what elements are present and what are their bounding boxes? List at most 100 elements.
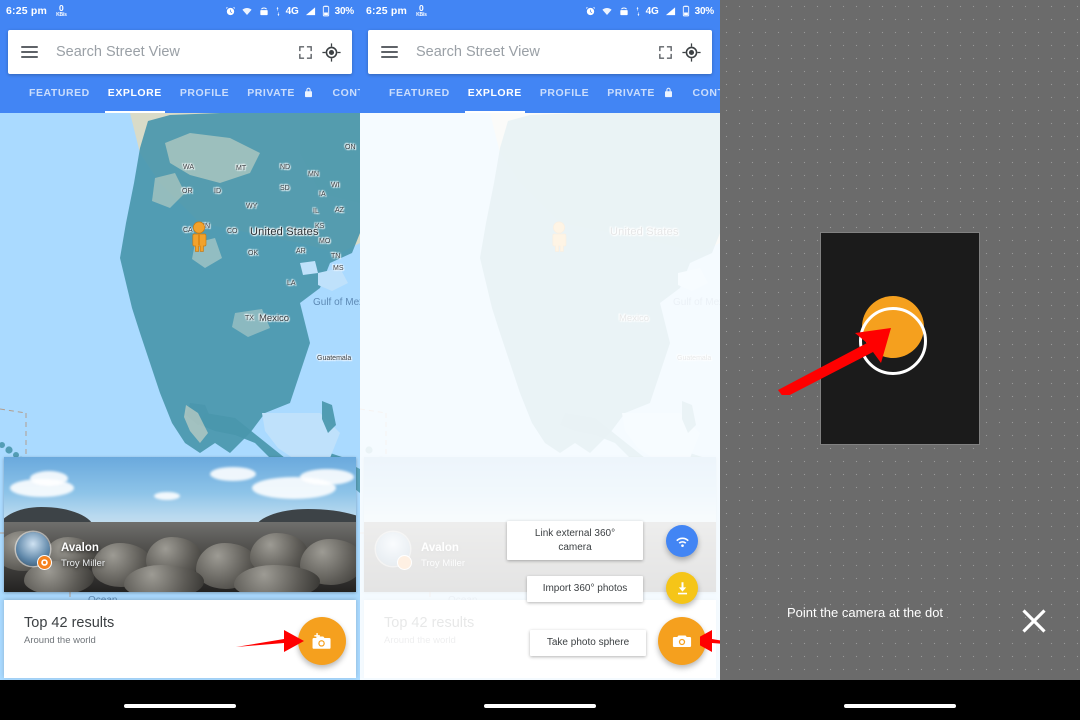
lock-icon (663, 76, 674, 115)
speed-dial-wifi-fab[interactable] (666, 525, 698, 557)
search-bar[interactable]: Search Street View (368, 30, 712, 74)
map-label-state: KS (315, 223, 325, 230)
map-label-state: AR (296, 248, 306, 255)
tab-bar[interactable]: FEATURED EXPLORE PROFILE PRIVATE CONTRIB… (368, 74, 720, 113)
wifi-icon (675, 537, 689, 547)
tab-featured[interactable]: FEATURED (380, 74, 459, 113)
download-icon (677, 581, 687, 594)
search-input[interactable]: Search Street View (408, 44, 652, 60)
street-view-map[interactable]: United States Mexico Guatemala Gulf of M… (0, 113, 360, 680)
data-transfer-icon (276, 6, 279, 16)
alignment-ring (859, 307, 927, 375)
map-label-water: Gulf of Mexico (313, 297, 360, 308)
tab-private[interactable]: PRIVATE (238, 74, 323, 113)
tab-contribute[interactable]: CONTRIBUTE (323, 74, 360, 113)
rock-decor (234, 565, 320, 592)
tab-private[interactable]: PRIVATE (598, 74, 683, 113)
network-speed-unit: KB/s (416, 11, 427, 18)
map-label-state: TN (331, 253, 341, 260)
app-bar: Search Street View FEATURED EXPLORE PROF… (360, 22, 720, 113)
speed-dial-label-link-camera[interactable]: Link external 360° camera (507, 521, 643, 560)
cloud-decor (30, 471, 68, 486)
add-photo-fab[interactable] (298, 617, 346, 665)
photo-author: Troy Miller (421, 558, 465, 569)
featured-photo-card[interactable]: Avalon Troy Miller (4, 457, 356, 592)
my-location-icon[interactable] (318, 39, 344, 65)
map-label-state: IA (319, 191, 326, 198)
status-time: 6:25 pm (366, 5, 408, 17)
wifi-icon (242, 7, 252, 15)
tab-explore[interactable]: EXPLORE (99, 74, 171, 113)
hamburger-menu-icon[interactable] (16, 39, 42, 65)
results-title: Top 42 results (24, 615, 115, 631)
gesture-nav-pill[interactable] (124, 704, 236, 708)
hamburger-menu-icon[interactable] (376, 39, 402, 65)
photo-title: Avalon (421, 542, 459, 554)
map-label-state: MN (308, 171, 319, 178)
network-type: 4G (645, 5, 659, 17)
speed-dial-import-fab[interactable] (666, 572, 698, 604)
tab-private-label: PRIVATE (607, 87, 655, 99)
map-label-state: MT (236, 165, 247, 172)
tab-bar[interactable]: FEATURED EXPLORE PROFILE PRIVATE CONTRIB… (8, 74, 360, 113)
map-label-state: OK (248, 250, 259, 257)
tab-explore[interactable]: EXPLORE (459, 74, 531, 113)
photo-author: Troy Miller (61, 558, 105, 569)
fullscreen-icon[interactable] (292, 39, 318, 65)
tab-contribute[interactable]: CONTRIBUTE (683, 74, 720, 113)
close-icon[interactable] (1016, 603, 1052, 639)
map-label-country: Guatemala (677, 355, 712, 362)
map-label-country: Mexico (259, 313, 290, 324)
gesture-nav-pill[interactable] (484, 704, 596, 708)
results-subtitle: Around the world (384, 635, 456, 646)
map-label-state: IL (313, 208, 319, 215)
status-bar: 6:25 pm 0 KB/s 4G 30% (0, 0, 360, 22)
lock-icon (303, 76, 314, 115)
map-label-state: LA (287, 280, 296, 287)
system-nav-bar (0, 680, 360, 720)
gesture-nav-pill[interactable] (844, 704, 956, 708)
map-label-state: MS (333, 265, 344, 272)
map-label-state: ID (214, 188, 221, 195)
map-label-state: SD (280, 185, 290, 192)
my-location-icon[interactable] (678, 39, 704, 65)
pegman-street-view-icon[interactable] (551, 221, 567, 253)
cloud-decor (154, 492, 180, 500)
system-nav-bar (720, 680, 1080, 720)
map-label-country: Mexico (619, 313, 650, 324)
battery-percentage: 30% (334, 5, 355, 17)
rock-decor (124, 565, 204, 592)
battery-icon (682, 5, 689, 17)
tab-profile[interactable]: PROFILE (171, 74, 238, 113)
speed-dial-label-take-photo-sphere[interactable]: Take photo sphere (530, 630, 646, 656)
map-label-state: ON (345, 144, 356, 151)
fullscreen-icon[interactable] (652, 39, 678, 65)
map-label-country: United States (250, 226, 319, 238)
network-speed-indicator: 0 KB/s (56, 4, 67, 18)
map-graphic (0, 113, 360, 680)
photo-sphere-badge-icon (37, 555, 52, 570)
data-transfer-icon (636, 6, 639, 16)
phone-panel-speed-dial: United States Mexico Guatemala Gulf of M… (360, 0, 720, 720)
status-time: 6:25 pm (6, 5, 48, 17)
camera-icon (672, 635, 692, 648)
pegman-street-view-icon[interactable] (191, 221, 207, 253)
speed-dial-label-import-photos[interactable]: Import 360° photos (527, 576, 643, 602)
tab-private-label: PRIVATE (247, 87, 295, 99)
add-photo-camera-icon (312, 632, 331, 649)
search-input[interactable]: Search Street View (48, 44, 292, 60)
photo-title: Avalon (61, 542, 99, 554)
map-label-state: WA (183, 164, 195, 171)
tab-featured[interactable]: FEATURED (20, 74, 99, 113)
results-title: Top 42 results (384, 615, 475, 631)
speed-dial-main-fab[interactable] (658, 617, 706, 665)
map-label-state: TX (245, 315, 254, 322)
alarm-icon (585, 6, 595, 15)
search-bar[interactable]: Search Street View (8, 30, 352, 74)
results-subtitle: Around the world (24, 635, 96, 646)
tab-profile[interactable]: PROFILE (531, 74, 598, 113)
hotspot-icon (619, 7, 628, 15)
app-bar: Search Street View FEATURED EXPLORE PROF… (0, 22, 360, 113)
hotspot-icon (259, 7, 268, 15)
phone-panel-explore: United States Mexico Guatemala Gulf of M… (0, 0, 360, 720)
